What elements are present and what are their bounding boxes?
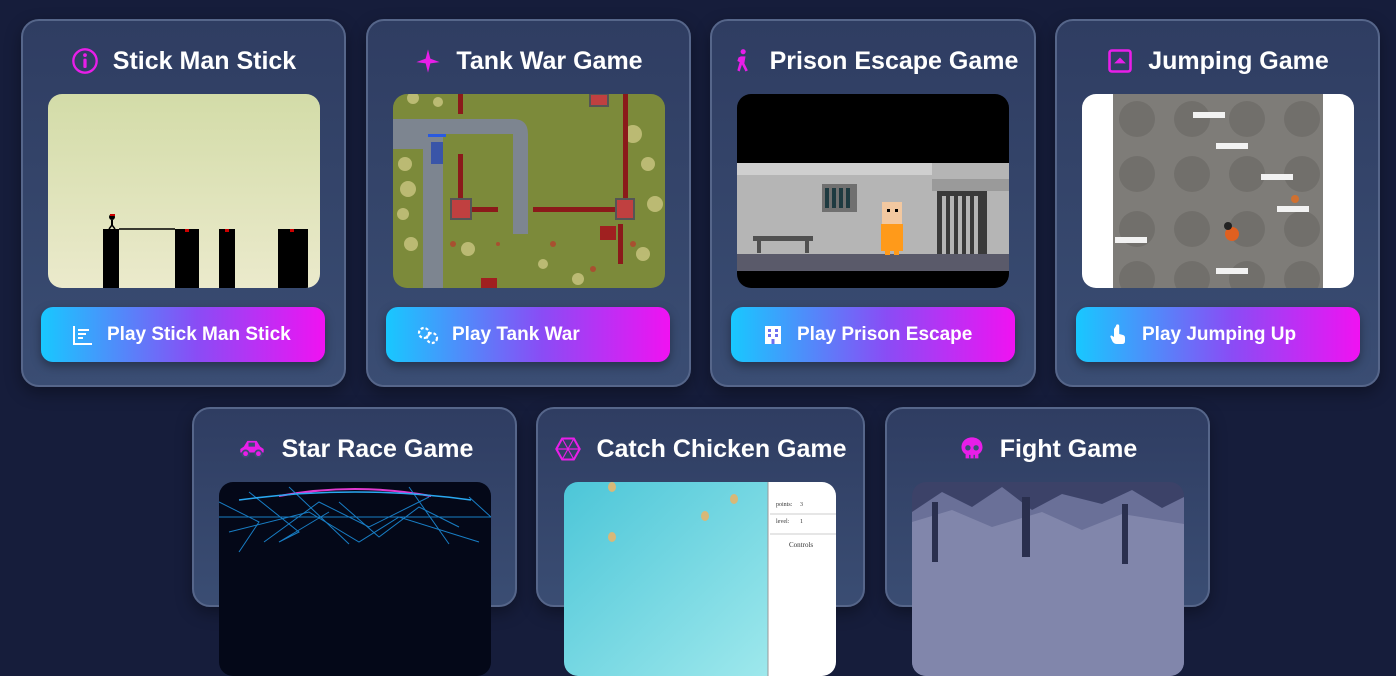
game-thumbnail[interactable] <box>1082 94 1354 288</box>
walking-person-icon <box>736 49 748 72</box>
game-thumbnail[interactable] <box>393 94 665 288</box>
game-title: Catch Chicken Game <box>596 434 847 463</box>
play-button[interactable]: Play Jumping Up <box>1076 307 1360 362</box>
game-title: Prison Escape Game <box>769 46 1019 75</box>
play-button-label: Play Stick Man Stick <box>107 323 291 345</box>
jet-icon <box>416 49 441 73</box>
card-title: Prison Escape Game <box>712 43 1034 79</box>
game-card-fight: Fight Game <box>885 407 1210 676</box>
game-card-star-race: Star Race Game <box>192 407 517 676</box>
game-title: Stick Man Stick <box>112 46 297 75</box>
card-title: Jumping Game <box>1057 43 1378 79</box>
play-button-label: Play Jumping Up <box>1142 323 1297 345</box>
game-title: Tank War Game <box>456 46 643 75</box>
car-icon <box>239 440 264 458</box>
arrow-up-square-icon <box>1108 49 1132 73</box>
game-thumbnail[interactable] <box>219 482 491 676</box>
bar-chart-icon <box>73 325 92 345</box>
card-title: Fight Game <box>887 431 1208 467</box>
game-title: Fight Game <box>999 434 1138 463</box>
game-card-tank-war: Tank War Game Play Tank War <box>366 19 691 387</box>
skull-icon <box>961 437 983 459</box>
game-thumbnail[interactable] <box>912 482 1184 676</box>
info-circle-icon <box>71 48 98 74</box>
game-title: Jumping Game <box>1148 46 1329 75</box>
points-label: points: <box>776 502 793 508</box>
hexagon-icon <box>555 437 582 461</box>
game-thumbnail[interactable] <box>48 94 320 288</box>
game-card-catch-chicken: Catch Chicken Game points: 3 level: 1 Co… <box>536 407 865 676</box>
play-button-label: Play Prison Escape <box>797 323 973 345</box>
card-title: Catch Chicken Game <box>538 431 863 467</box>
game-card-stick-man: Stick Man Stick Play Stick Man Stick <box>21 19 346 387</box>
game-card-prison-escape: Prison Escape Game Play Prison Escape <box>710 19 1036 387</box>
game-title: Star Race Game <box>281 434 474 463</box>
building-icon <box>765 325 781 344</box>
game-card-jumping: Jumping Game Play Jumping Up <box>1055 19 1380 387</box>
hand-pointer-icon <box>1110 323 1125 344</box>
card-title: Stick Man Stick <box>23 43 344 79</box>
play-button[interactable]: Play Stick Man Stick <box>41 307 325 362</box>
controls-label: Controls <box>789 541 813 549</box>
level-label: level: <box>776 519 790 525</box>
card-title: Star Race Game <box>194 431 515 467</box>
points-value: 3 <box>800 502 803 508</box>
play-button-label: Play Tank War <box>452 323 580 345</box>
play-button[interactable]: Play Tank War <box>386 307 670 362</box>
gamepad-icon <box>417 326 439 344</box>
game-thumbnail[interactable]: points: 3 level: 1 Controls <box>564 482 836 676</box>
play-button[interactable]: Play Prison Escape <box>731 307 1015 362</box>
level-value: 1 <box>800 519 803 525</box>
game-thumbnail[interactable] <box>737 94 1009 288</box>
card-title: Tank War Game <box>368 43 689 79</box>
